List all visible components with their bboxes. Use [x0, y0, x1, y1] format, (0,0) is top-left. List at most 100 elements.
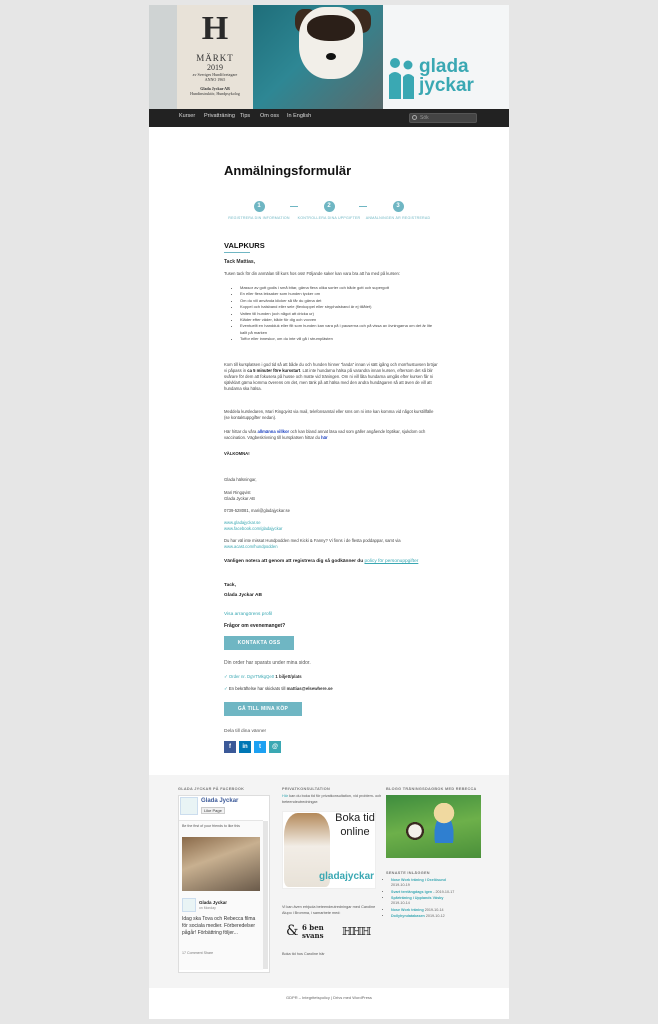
caroline-booking-link[interactable]: Boka tid hos Caroline här: [282, 952, 382, 958]
recent-post: Dollyhyndatabasen 2019-10-12: [391, 914, 486, 919]
list-item: Eventuellt en handduk eller filt som hun…: [240, 323, 439, 336]
step-number: 1: [253, 201, 265, 212]
recent-post-link[interactable]: Nose Work träning: [391, 908, 424, 912]
gdpr-policy-link[interactable]: policy för personuppgifter: [364, 559, 418, 564]
search-input[interactable]: Sök: [409, 113, 477, 123]
recent-post-link[interactable]: Svart terriängdags igen -: [391, 890, 435, 894]
site-header: H MÄRKT 2019 av Sveriges Hundföretagare …: [149, 5, 509, 109]
facebook-post-author[interactable]: Glada Jyckar: [199, 900, 227, 905]
facebook-widget-title: GLADA JYCKAR PÅ FACEBOOK: [178, 787, 245, 791]
order-link[interactable]: Order nr. DgVTMkgQe0: [229, 674, 274, 679]
order-line: ✓ Order nr. DgVTMkgQe0 1 biljett/plats: [224, 674, 302, 680]
blog-image-girl: [429, 803, 459, 843]
page-title: Anmälningsformulär: [224, 163, 352, 178]
recent-posts-title: SENASTE INLÄGGEN: [386, 871, 430, 875]
recent-post-link[interactable]: Spårträning i Upplands Väsby: [391, 896, 443, 900]
logo-line-2: jyckar: [419, 75, 474, 96]
terms-link[interactable]: allmänna villkor: [258, 429, 290, 434]
contact-paragraph: Meddela kursledaren, Mari Ringqvist via …: [224, 409, 434, 420]
facebook-page-avatar[interactable]: [180, 797, 198, 815]
wordpress-footer-link[interactable]: Drivs med WordPress: [333, 995, 372, 1000]
facebook-post-text: Idag ska Tova och Rebecca filma för soci…: [182, 916, 256, 936]
recent-post: Nose Work träning 2019-10-14: [391, 908, 486, 913]
recent-post: Spårträning i Upplands Väsby2019-10-14: [391, 896, 486, 906]
facebook-share-icon[interactable]: f: [224, 741, 236, 753]
recent-post: Nose Work träning i Oxelösund2019-10-19: [391, 878, 486, 888]
share-label: Dela till dina vänner: [224, 729, 267, 734]
facebook-post-actions[interactable]: 17 Comment Share: [182, 951, 213, 955]
terms-paragraph: Här hittar du våra allmänna villkor och …: [224, 429, 439, 441]
questions-bold: Frågor om evenemanget?: [224, 623, 286, 629]
arrival-paragraph: Kom till kursplatsen i god tid så att bå…: [224, 362, 439, 392]
contact-button[interactable]: KONTAKTA OSS: [224, 636, 294, 650]
logo-word-2: svans: [302, 931, 324, 940]
nav-item-privattraning[interactable]: Privatträning: [204, 113, 235, 119]
badge-mark: MÄRKT: [196, 53, 234, 63]
my-purchases-button[interactable]: GÅ TILL MINA KÖP: [224, 702, 302, 716]
thanks: Tack,: [224, 583, 439, 589]
arrival-bold: ca 5 minuter före kursstart: [247, 368, 301, 373]
search-icon: [412, 115, 417, 120]
logo-words: 6 ben svans: [302, 924, 324, 940]
signature-contact: 0739-528081, mari@gladajyckar.se: [224, 508, 290, 513]
questions-label: Frågor om evenemanget?: [224, 623, 439, 629]
step-label: ANMÄLNINGEN ÄR REGISTRERAD: [365, 216, 431, 220]
facebook-post-photo[interactable]: [182, 837, 260, 891]
6ben-svans-logo[interactable]: & 6 ben svans ℍℍℍ: [282, 923, 376, 945]
signature-company: Glada Jyckar AB: [224, 496, 255, 501]
email-share-icon[interactable]: @: [269, 741, 281, 753]
dog-patch: [307, 15, 355, 41]
recent-post-link[interactable]: Nose Work träning i Oxelösund: [391, 878, 446, 882]
check-icon: ✓: [224, 686, 228, 691]
step-2: 2 KONTROLLERA DINA UPPGIFTER: [294, 201, 364, 220]
recent-post-link[interactable]: Dollyhyndatabasen: [391, 914, 425, 918]
badge-owner-sub: Hundinstruktör, Hundpsykolog: [190, 91, 240, 96]
badge-since: ANNO 1965: [204, 77, 226, 82]
logo-line-1: glada: [419, 56, 469, 77]
recent-post-date: 2019-10-14: [391, 901, 410, 906]
regards: Glada hälsningar,: [224, 477, 257, 482]
page: H MÄRKT 2019 av Sveriges Hundföretagare …: [149, 5, 509, 1019]
welcome-text: VÄLKOMNA!: [224, 451, 439, 457]
gdpr-footer-link[interactable]: GDPR – Integritetspolicy: [286, 995, 330, 1000]
nav-item-kurser[interactable]: Kurser: [179, 113, 195, 119]
step-number: 2: [323, 201, 335, 212]
site-logo-text[interactable]: glada jyckar: [419, 57, 474, 95]
badge-year: 2019: [207, 63, 223, 72]
saved-note: Din order har sparats under mina sidor.: [224, 660, 311, 666]
check-icon: ✓: [224, 674, 228, 679]
confirm-text: En bekräftelse har skickats till: [228, 686, 287, 691]
confirm-line: ✓ En bekräftelse har skickats till matti…: [224, 686, 333, 692]
linkedin-share-icon[interactable]: in: [239, 741, 251, 753]
recent-post-date: 2019-10-17: [435, 889, 455, 894]
step-label: REGISTRERA DIN INFORMATION: [228, 216, 290, 220]
logo-dogs-graphic: ℍℍℍ: [342, 925, 371, 938]
privatkonsultation-desc: kan du boka tid för privatkonsultation, …: [282, 794, 382, 804]
recent-posts-list: Nose Work träning i Oxelösund2019-10-19 …: [386, 878, 486, 921]
blog-title: BLOGG TRÄNINGSDAGBOK MED REBECCA: [386, 787, 477, 791]
nav-item-om-oss[interactable]: Om oss: [260, 113, 279, 119]
recent-post-date: 2019-10-14: [424, 907, 444, 912]
organizer-profile-link[interactable]: Visa arrangörens profil: [224, 612, 439, 618]
recent-post: Svart terriängdags igen - 2019-10-17: [391, 890, 486, 895]
nav-item-in-english[interactable]: In English: [287, 113, 311, 119]
nav-item-tips[interactable]: Tips: [240, 113, 250, 119]
podcast-link[interactable]: www.acast.com/hundpodden: [224, 544, 278, 549]
welcome-bold: VÄLKOMNA!: [224, 451, 250, 456]
section-underline: [224, 252, 250, 253]
facebook-like-button[interactable]: Like Page: [201, 807, 225, 814]
directions-link[interactable]: här: [321, 435, 328, 440]
facebook-scrollbar[interactable]: [263, 821, 268, 969]
thanks-company: Glada Jyckar AB: [224, 593, 439, 599]
logo-people-icon: [389, 58, 414, 99]
packing-list: Massor av gott godis i små bitar, gärna …: [234, 285, 439, 343]
signature-facebook-link[interactable]: www.facebook.com/gladajyckar: [224, 526, 439, 532]
thanks-company-bold: Glada Jyckar AB: [224, 593, 262, 598]
step-3: 3 ANMÄLNINGEN ÄR REGISTRERAD: [363, 201, 433, 220]
facebook-post-avatar: [182, 898, 196, 912]
banner-logo-text: gladajyckar: [319, 871, 375, 882]
thanks-bold: Tack,: [224, 583, 236, 588]
dog-nose: [326, 53, 336, 60]
twitter-share-icon[interactable]: t: [254, 741, 266, 753]
facebook-page-name[interactable]: Glada Jyckar: [201, 798, 238, 804]
